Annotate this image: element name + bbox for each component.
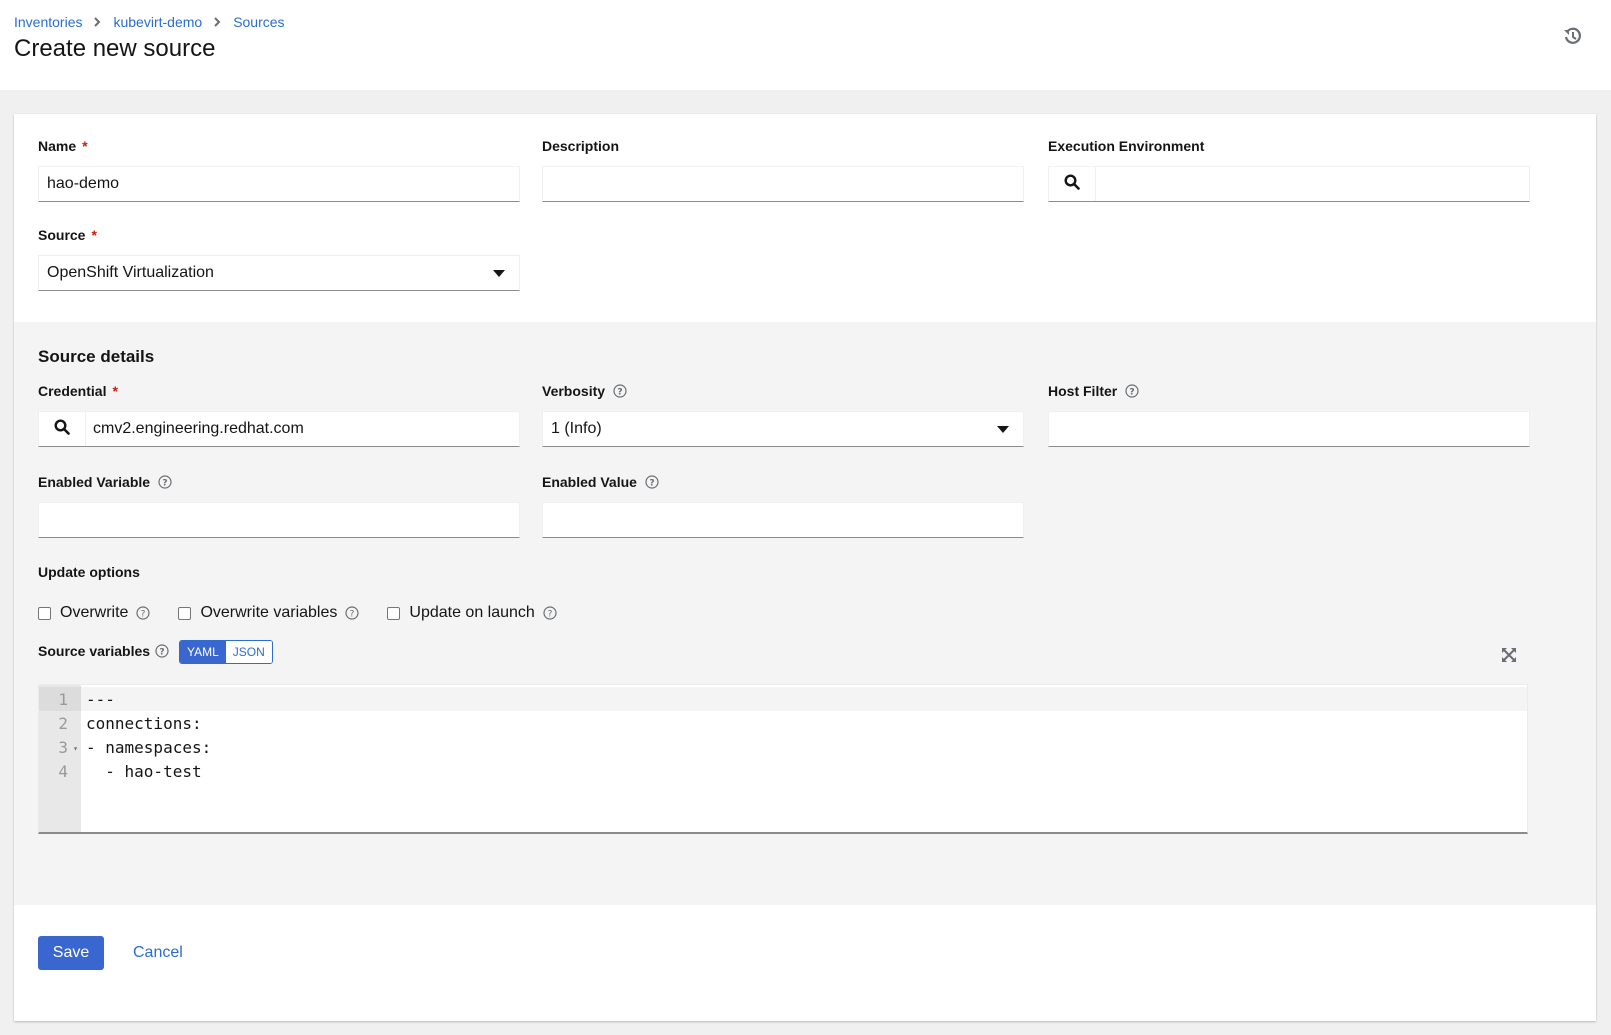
line-text: --- bbox=[86, 689, 115, 709]
yaml-toggle-button[interactable]: YAML bbox=[180, 641, 226, 663]
fold-caret-icon[interactable]: ▾ bbox=[73, 744, 78, 753]
breadcrumb-inventories[interactable]: Inventories bbox=[14, 14, 82, 30]
enabled-variable-input[interactable] bbox=[47, 511, 511, 529]
update-on-launch-label[interactable]: Update on launch bbox=[409, 604, 534, 622]
svg-text:?: ? bbox=[159, 648, 164, 658]
update-options-group: Overwrite ? Overwrite variables ? Update… bbox=[38, 604, 585, 622]
execution-environment-lookup-button[interactable] bbox=[1049, 167, 1096, 201]
svg-text:?: ? bbox=[162, 479, 167, 489]
update-on-launch-checkbox[interactable] bbox=[387, 606, 401, 620]
caret-down-icon bbox=[997, 426, 1009, 433]
credential-lookup-button[interactable] bbox=[39, 412, 86, 446]
line-text: - namespaces: bbox=[86, 737, 212, 757]
enabled-value-label: Enabled Value ? bbox=[542, 474, 659, 490]
code-line: 4 - hao-test bbox=[39, 759, 1527, 783]
json-toggle-button[interactable]: JSON bbox=[225, 641, 272, 663]
verbosity-select[interactable]: 1 (Info) bbox=[542, 411, 1024, 447]
help-icon[interactable]: ? bbox=[158, 475, 172, 489]
save-button[interactable]: Save bbox=[38, 936, 104, 970]
search-icon bbox=[1064, 173, 1080, 195]
required-indicator: * bbox=[91, 227, 97, 243]
history-button[interactable] bbox=[1562, 27, 1582, 50]
search-icon bbox=[54, 418, 70, 440]
code-line: 3 ▾ - namespaces: bbox=[39, 735, 1527, 759]
overwrite-checkbox[interactable] bbox=[38, 606, 51, 620]
required-indicator: * bbox=[82, 138, 88, 154]
source-select-value: OpenShift Virtualization bbox=[47, 264, 214, 281]
verbosity-label: Verbosity ? bbox=[542, 383, 627, 399]
line-text: - hao-test bbox=[86, 761, 202, 781]
svg-text:?: ? bbox=[547, 610, 552, 620]
svg-text:?: ? bbox=[350, 610, 355, 620]
overwrite-variables-label[interactable]: Overwrite variables bbox=[200, 604, 337, 622]
help-icon[interactable]: ? bbox=[1125, 384, 1139, 398]
code-line: 2 connections: bbox=[39, 711, 1527, 735]
help-icon[interactable]: ? bbox=[155, 644, 169, 658]
source-select[interactable]: OpenShift Virtualization bbox=[38, 255, 520, 291]
enabled-variable-label: Enabled Variable ? bbox=[38, 474, 172, 490]
line-text: connections: bbox=[86, 713, 202, 733]
update-on-launch-option: Update on launch ? bbox=[387, 604, 557, 622]
name-field-wrapper bbox=[38, 166, 520, 202]
update-options-label: Update options bbox=[38, 564, 140, 580]
svg-text:?: ? bbox=[649, 479, 654, 489]
host-filter-input[interactable] bbox=[1057, 420, 1521, 438]
overwrite-label[interactable]: Overwrite bbox=[60, 604, 128, 622]
page-title: Create new source bbox=[14, 35, 216, 62]
page-header: Inventories kubevirt-demo Sources Create… bbox=[0, 0, 1611, 90]
line-number: 4 bbox=[58, 761, 68, 781]
overwrite-variables-option: Overwrite variables ? bbox=[178, 604, 359, 622]
overwrite-option: Overwrite ? bbox=[38, 604, 151, 622]
line-number: 1 bbox=[39, 687, 81, 711]
chevron-right-icon bbox=[94, 17, 101, 27]
credential-input[interactable] bbox=[93, 420, 511, 438]
cancel-button[interactable]: Cancel bbox=[133, 936, 183, 970]
caret-down-icon bbox=[493, 270, 505, 277]
execution-environment-input[interactable] bbox=[1105, 175, 1521, 193]
credential-label: Credential * bbox=[38, 383, 118, 399]
help-icon[interactable]: ? bbox=[136, 606, 151, 620]
source-variables-editor[interactable]: 1 --- 2 connections: 3 ▾ - namespaces: 4… bbox=[38, 684, 1528, 834]
name-label: Name * bbox=[38, 138, 88, 154]
source-label: Source * bbox=[38, 227, 97, 243]
execution-environment-label: Execution Environment bbox=[1048, 138, 1205, 154]
svg-text:?: ? bbox=[617, 388, 622, 398]
description-label: Description bbox=[542, 138, 620, 154]
expand-editor-button[interactable] bbox=[1501, 647, 1517, 663]
form-card: Name * Description Execution Environment… bbox=[14, 114, 1596, 1021]
host-filter-label: Host Filter ? bbox=[1048, 383, 1139, 399]
execution-environment-field bbox=[1048, 166, 1530, 202]
enabled-value-input[interactable] bbox=[551, 511, 1015, 529]
line-number-with-fold: 3 ▾ bbox=[58, 737, 78, 757]
overwrite-variables-checkbox[interactable] bbox=[178, 606, 192, 620]
help-icon[interactable]: ? bbox=[345, 606, 359, 620]
enabled-variable-field-wrapper bbox=[38, 502, 520, 538]
source-details-title: Source details bbox=[38, 347, 155, 366]
name-input[interactable] bbox=[47, 175, 511, 193]
line-number: 2 bbox=[58, 713, 68, 733]
code-line: 1 --- bbox=[39, 687, 1527, 711]
history-icon bbox=[1563, 27, 1581, 50]
variables-mode-toggle: YAML JSON bbox=[179, 640, 273, 664]
chevron-right-icon bbox=[214, 17, 221, 27]
host-filter-field-wrapper bbox=[1048, 411, 1530, 447]
description-field-wrapper bbox=[542, 166, 1024, 202]
breadcrumb: Inventories kubevirt-demo Sources bbox=[14, 14, 285, 30]
help-icon[interactable]: ? bbox=[613, 384, 627, 398]
description-input[interactable] bbox=[551, 175, 1015, 193]
required-indicator: * bbox=[112, 383, 118, 399]
help-icon[interactable]: ? bbox=[645, 475, 659, 489]
expand-icon bbox=[1501, 648, 1517, 667]
credential-field bbox=[38, 411, 520, 447]
source-variables-label: Source variables ? bbox=[38, 643, 169, 659]
breadcrumb-sources[interactable]: Sources bbox=[233, 14, 284, 30]
enabled-value-field-wrapper bbox=[542, 502, 1024, 538]
verbosity-select-value: 1 (Info) bbox=[551, 420, 602, 437]
svg-text:?: ? bbox=[1130, 388, 1135, 398]
svg-text:?: ? bbox=[141, 610, 146, 620]
breadcrumb-kubevirt-demo[interactable]: kubevirt-demo bbox=[113, 14, 202, 30]
help-icon[interactable]: ? bbox=[543, 606, 557, 620]
